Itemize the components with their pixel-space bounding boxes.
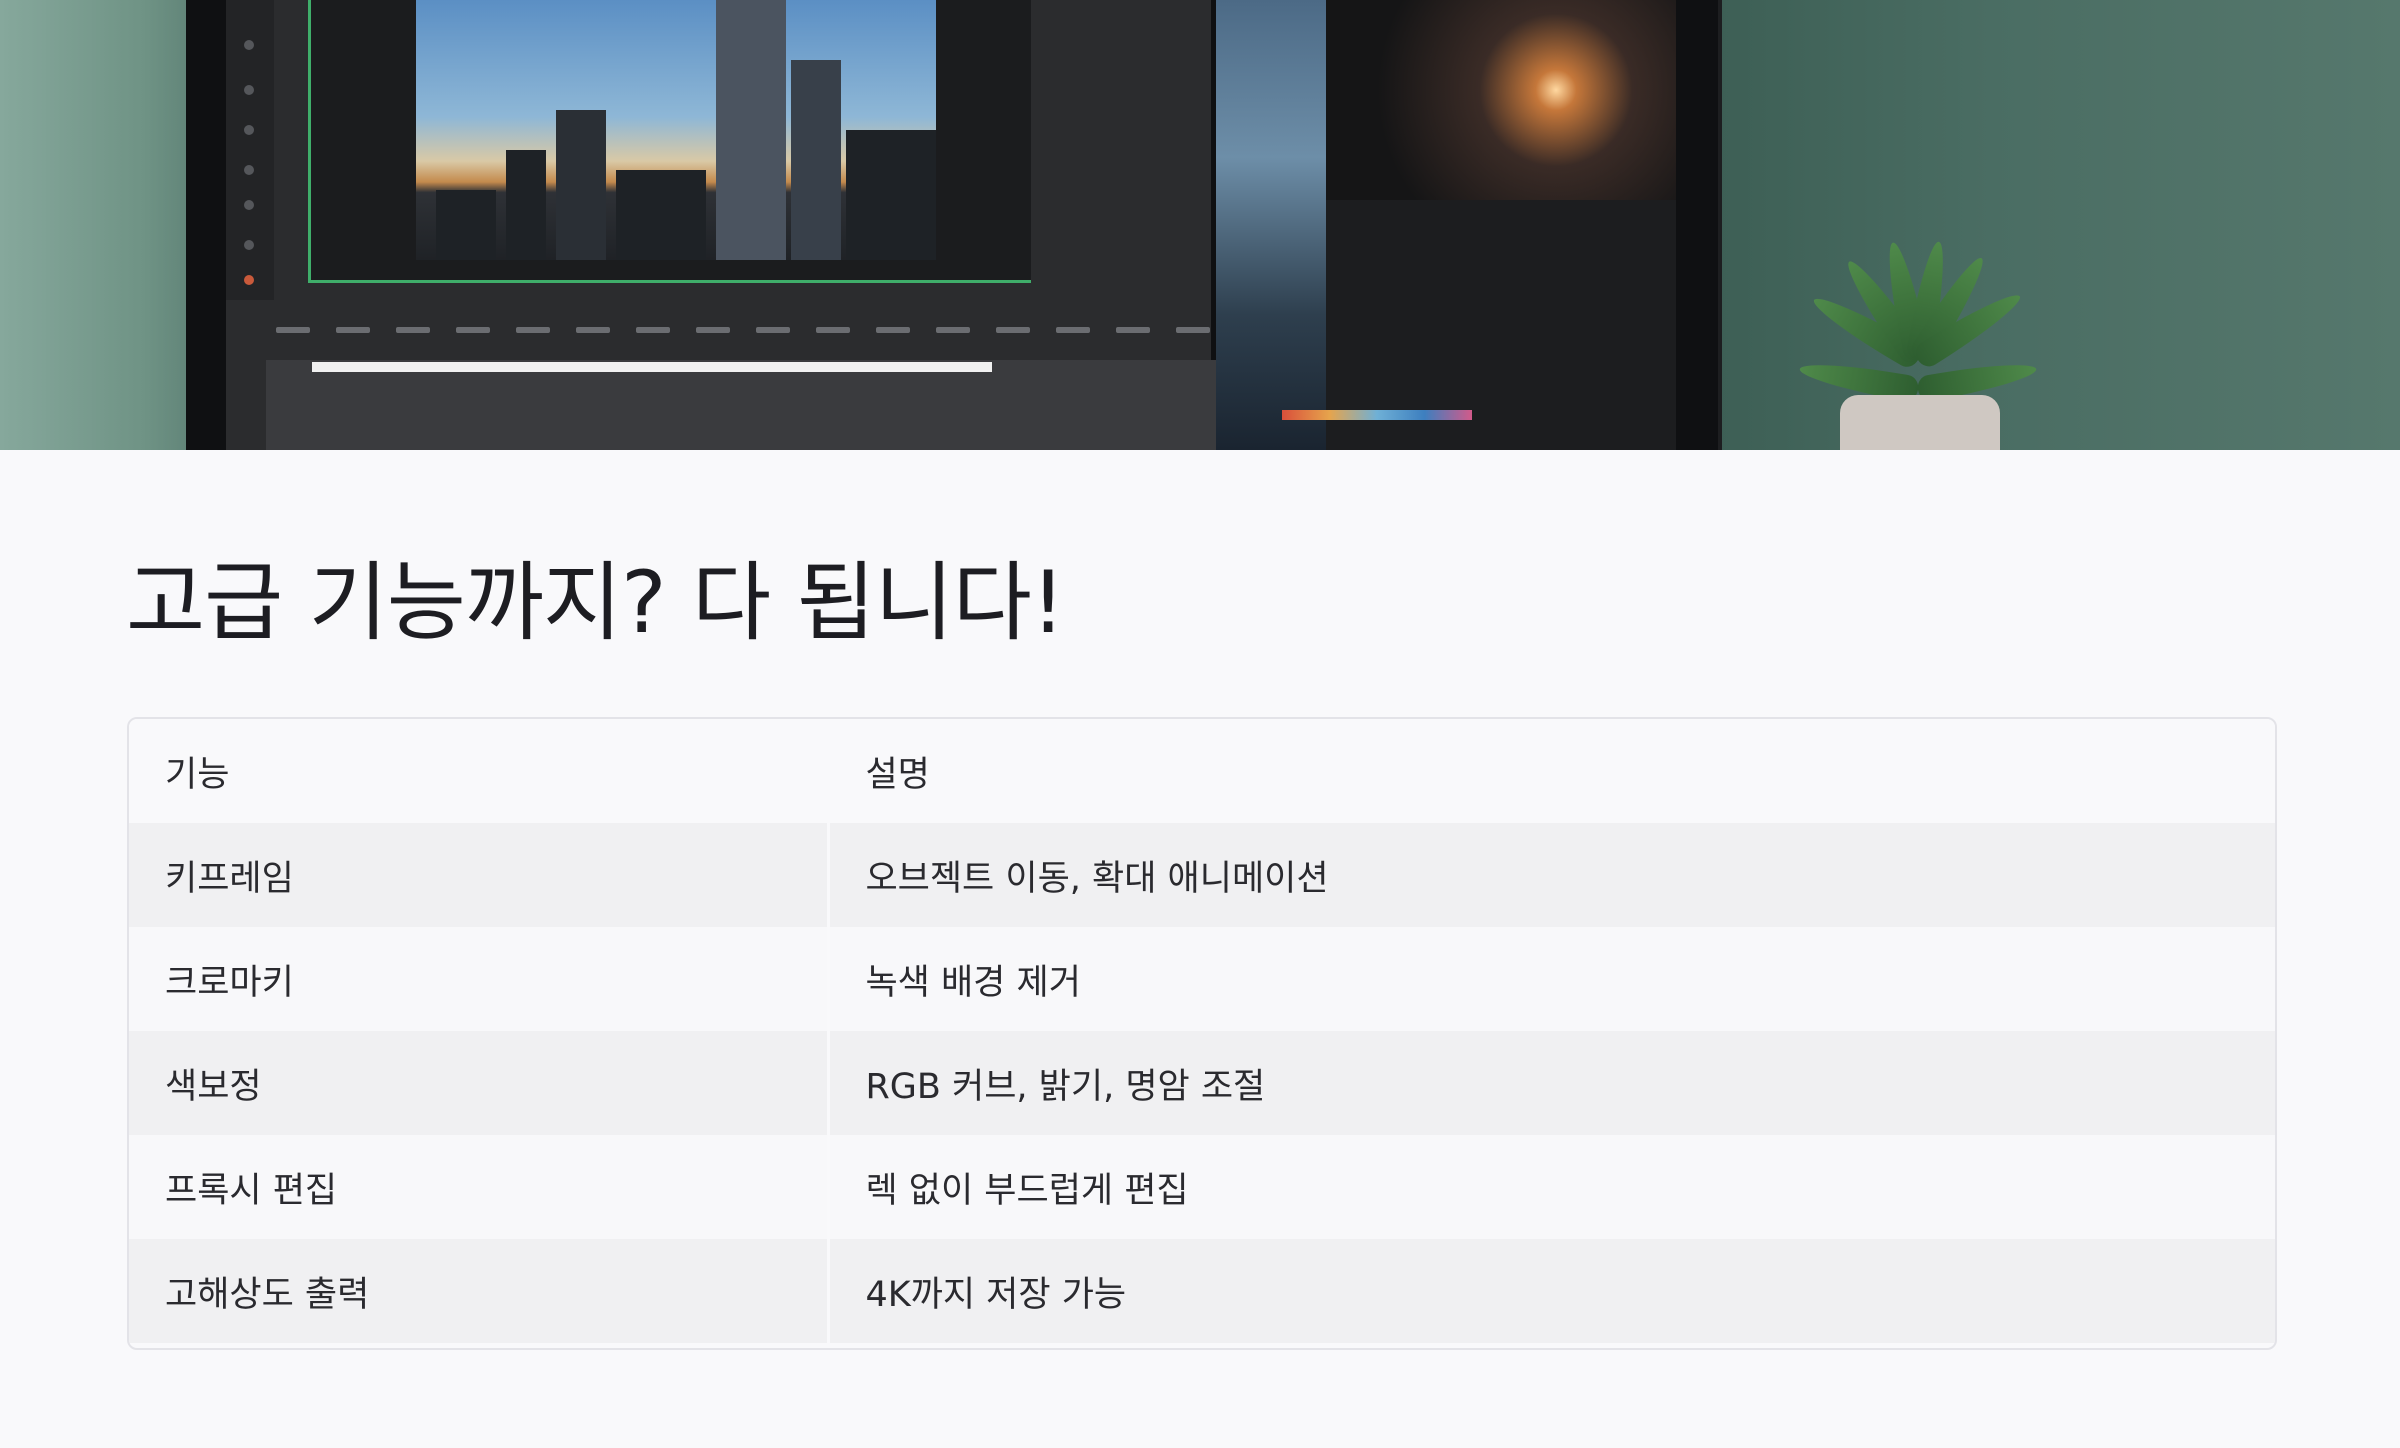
preview-screen: [1216, 0, 1676, 450]
feature-table: 기능 설명 키프레임 오브젝트 이동, 확대 애니메이션 크로마키 녹색 배경 …: [127, 717, 2277, 1350]
sky-strip: [1216, 0, 1326, 450]
description-cell: 4K까지 저장 가능: [827, 1239, 2275, 1343]
video-viewer: [308, 0, 1031, 283]
table-row: 크로마키 녹색 배경 제거: [129, 927, 2275, 1031]
table-row: 프록시 편집 렉 없이 부드럽게 편집: [129, 1135, 2275, 1239]
description-cell: 렉 없이 부드럽게 편집: [827, 1135, 2275, 1239]
hero-image: [0, 0, 2400, 450]
city-photo: [416, 0, 936, 260]
description-cell: 녹색 배경 제거: [827, 927, 2275, 1031]
table-header-row: 기능 설명: [129, 719, 2275, 823]
section-title: 고급 기능까지? 다 됩니다!: [126, 553, 1065, 653]
timeline-ruler: [266, 320, 1226, 340]
description-cell: 오브젝트 이동, 확대 애니메이션: [827, 823, 2275, 927]
feature-cell: 크로마키: [129, 927, 829, 1031]
table-row: 색보정 RGB 커브, 밝기, 명암 조절: [129, 1031, 2275, 1135]
wall-background: [1718, 0, 2400, 450]
table-row: 키프레임 오브젝트 이동, 확대 애니메이션: [129, 823, 2275, 927]
table-row: 고해상도 출력 4K까지 저장 가능: [129, 1239, 2275, 1343]
timeline-panel: [266, 360, 1216, 450]
plant-pot: [1840, 395, 2000, 450]
feature-cell: 프록시 편집: [129, 1135, 829, 1239]
editor-screen: [226, 0, 1216, 450]
night-city-photo: [1326, 0, 1676, 200]
timeline-track: [312, 362, 992, 372]
header-description: 설명: [827, 719, 2275, 823]
monitor-image: [186, 0, 1722, 450]
header-feature: 기능: [129, 719, 829, 823]
color-strip: [1282, 410, 1472, 420]
description-cell: RGB 커브, 밝기, 명암 조절: [827, 1031, 2275, 1135]
tool-column: [226, 0, 274, 300]
feature-cell: 고해상도 출력: [129, 1239, 829, 1343]
feature-cell: 키프레임: [129, 823, 829, 927]
feature-cell: 색보정: [129, 1031, 829, 1135]
